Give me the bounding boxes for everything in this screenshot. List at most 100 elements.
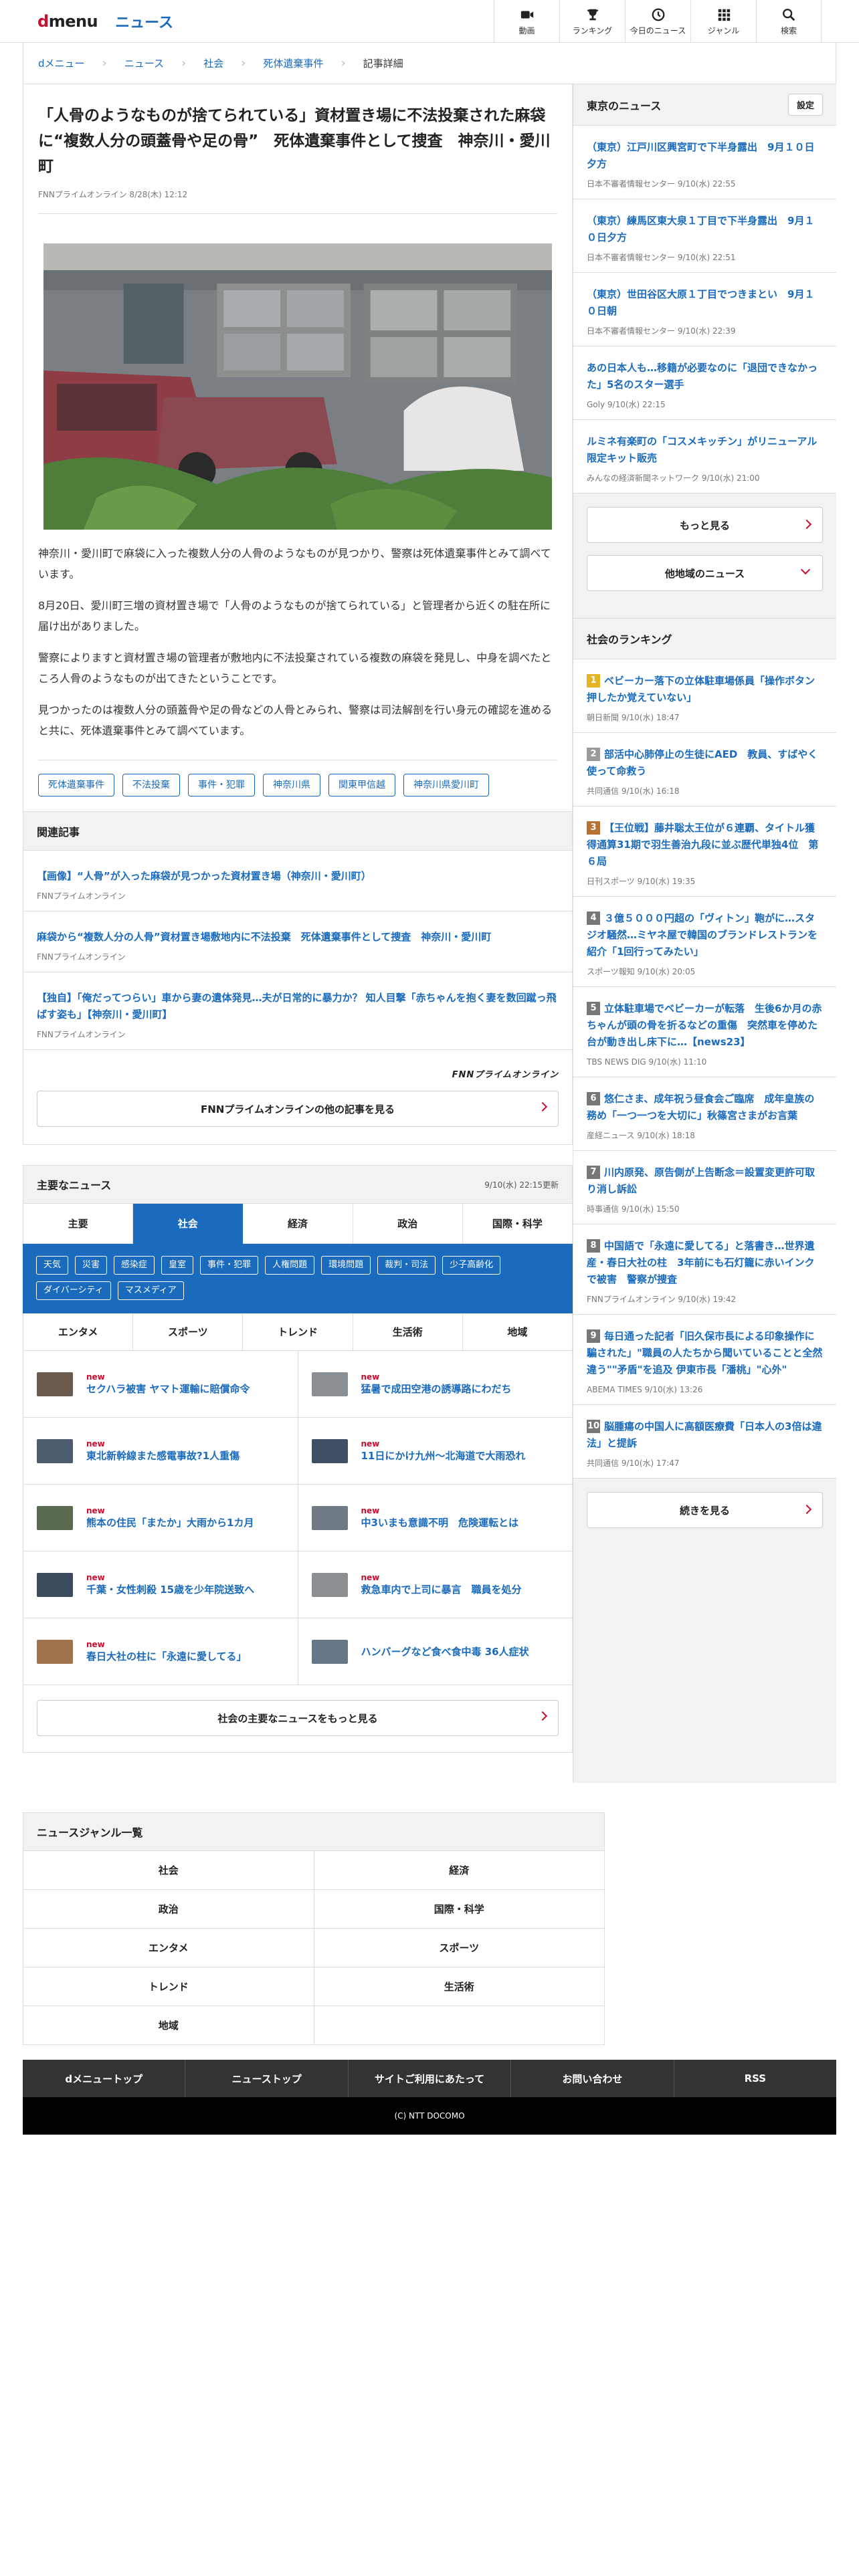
tab-trend[interactable]: トレンド	[243, 1313, 353, 1351]
related-title[interactable]: 【独自】「俺だってつらい」車から妻の遺体発見…夫が日常的に暴力か？ 知人目撃「赤…	[37, 990, 559, 1023]
related-title[interactable]: 麻袋から“複数人分の人骨”資材置き場敷地内に不法投棄 死体遺棄事件として捜査 神…	[37, 929, 559, 946]
subtag-link[interactable]: 人権問題	[265, 1256, 315, 1275]
ranking-item[interactable]: 6 悠仁さま、成年祝う昼食会ご臨席 成年皇族の務め「一つ一つを大切に」秋篠宮さまが…	[573, 1077, 836, 1151]
dmenu-logo[interactable]: dmenu	[37, 12, 98, 31]
subtag-link[interactable]: 裁判・司法	[377, 1256, 436, 1275]
tab-economy[interactable]: 経済	[243, 1204, 353, 1244]
tab-international[interactable]: 国際・科学	[462, 1204, 573, 1244]
genre-link[interactable]: 政治	[23, 1890, 314, 1929]
related-item[interactable]: 【画像】“人骨”が入った麻袋が見つかった資材置き場（神奈川・愛川町） FNNプラ…	[23, 851, 573, 911]
tokyo-news-title[interactable]: あの日本人も…移籍が必要なのに「退団できなかった」5名のスター選手	[587, 360, 823, 393]
genre-link[interactable]: 生活術	[314, 1967, 605, 2006]
subtag-link[interactable]: 環境問題	[321, 1256, 371, 1275]
footer-link-dmenu-top[interactable]: dメニュートップ	[23, 2060, 186, 2097]
news-item[interactable]: ハンバーグなど食べ食中毒 36人症状	[298, 1618, 573, 1685]
tab-society[interactable]: 社会	[133, 1204, 244, 1244]
news-item[interactable]: new 救急車内で上司に暴言 職員を処分	[298, 1551, 573, 1618]
tokyo-news-item[interactable]: （東京）練馬区東大泉１丁目で下半身露出 9月１０日夕方 日本不審者情報センター 9…	[573, 199, 836, 273]
genre-link[interactable]: 経済	[314, 1851, 605, 1890]
ranking-item[interactable]: 2 部活中心肺停止の生徒にAED 教員、すばやく使って命救う 共同通信 9/10(水…	[573, 733, 836, 807]
ranking-item[interactable]: 1 ベビーカー落下の立体駐車場係員「操作ボタン押したか覚えていない」 朝日新聞 9/…	[573, 659, 836, 733]
tab-main[interactable]: 主要	[23, 1204, 134, 1244]
ranking-item[interactable]: 3 【王位戦】藤井聡太王位が６連覇、タイトル獲得通算31期で羽生善治九段に並ぶ歴代…	[573, 807, 836, 897]
nav-genre[interactable]: ジャンル	[690, 0, 756, 43]
tag-link[interactable]: 事件・犯罪	[188, 774, 255, 796]
ranking-title-line[interactable]: 1 ベビーカー落下の立体駐車場係員「操作ボタン押したか覚えていない」	[587, 673, 823, 706]
tokyo-news-item[interactable]: あの日本人も…移籍が必要なのに「退団できなかった」5名のスター選手 Goly 9/…	[573, 346, 836, 420]
footer-link-terms[interactable]: サイトご利用にあたって	[349, 2060, 512, 2097]
tab-politics[interactable]: 政治	[353, 1204, 463, 1244]
ranking-item[interactable]: 10 脳腫瘍の中国人に高額医療費「日本人の3倍は違法」と提訴 共同通信 9/10(水…	[573, 1405, 836, 1479]
news-item[interactable]: new 春日大社の柱に「永遠に愛してる」	[23, 1618, 298, 1685]
tokyo-more-button[interactable]: もっと見る	[587, 507, 823, 543]
ranking-more-button[interactable]: 続きを見る	[587, 1492, 823, 1528]
site-title[interactable]: ニュース	[115, 11, 173, 32]
subtag-link[interactable]: マスメディア	[117, 1281, 184, 1300]
tab-region[interactable]: 地域	[462, 1313, 573, 1351]
ranking-title-line[interactable]: 5 立体駐車場でベビーカーが転落 生後6か月の赤ちゃんが頭の骨を折るなどの重傷 突…	[587, 1000, 823, 1051]
ranking-title-line[interactable]: 4 ３億５０００円超の「ヴィトン」鞄がに…スタジオ騒然…ミヤネ屋で韓国のブランドレ…	[587, 910, 823, 960]
ranking-item[interactable]: 8 中国語で「永遠に愛してる」と落書き…世界遺産・春日大社の柱 3年前にも石灯籠に…	[573, 1224, 836, 1315]
tokyo-news-item[interactable]: ルミネ有楽町の「コスメキッチン」がリニューアル 限定キット販売 みんなの経済新聞ネ…	[573, 420, 836, 494]
tokyo-news-title[interactable]: ルミネ有楽町の「コスメキッチン」がリニューアル 限定キット販売	[587, 433, 827, 467]
settings-button[interactable]: 設定	[787, 94, 823, 116]
nav-today[interactable]: 今日のニュース	[625, 0, 690, 43]
news-item[interactable]: new 東北新幹線また感電事故?1人重傷	[23, 1418, 298, 1485]
tab-entertainment[interactable]: エンタメ	[23, 1313, 134, 1351]
related-item[interactable]: 【独自】「俺だってつらい」車から妻の遺体発見…夫が日常的に暴力か？ 知人目撃「赤…	[23, 972, 573, 1050]
ranking-item[interactable]: 7 川内原発、原告側が上告断念＝設置変更許可取り消し訴訟 時事通信 9/10(水) …	[573, 1151, 836, 1224]
ranking-item[interactable]: 9 毎日通った記者「旧久保市長による印象操作に騙された」"職員の人たちから聞いてい…	[573, 1315, 836, 1405]
tab-lifestyle[interactable]: 生活術	[353, 1313, 463, 1351]
nav-search[interactable]: 検索	[756, 0, 822, 43]
society-more-button[interactable]: 社会の主要なニュースをもっと見る	[37, 1700, 559, 1736]
ranking-item[interactable]: 4 ３億５０００円超の「ヴィトン」鞄がに…スタジオ騒然…ミヤネ屋で韓国のブランドレ…	[573, 897, 836, 987]
footer-link-rss[interactable]: RSS	[674, 2060, 836, 2097]
breadcrumb-society[interactable]: 社会	[203, 56, 223, 70]
subtag-link[interactable]: 皇室	[161, 1256, 194, 1275]
ranking-title-line[interactable]: 10 脳腫瘍の中国人に高額医療費「日本人の3倍は違法」と提訴	[587, 1418, 823, 1452]
footer-link-news-top[interactable]: ニューストップ	[185, 2060, 349, 2097]
news-item[interactable]: new 猛暑で成田空港の誘導路にわだち	[298, 1351, 573, 1418]
tokyo-news-item[interactable]: （東京）世田谷区大原１丁目でつきまとい 9月１０日朝 日本不審者情報センター 9/…	[573, 273, 836, 346]
ranking-title-line[interactable]: 9 毎日通った記者「旧久保市長による印象操作に騙された」"職員の人たちから聞いてい…	[587, 1328, 823, 1378]
breadcrumb-case[interactable]: 死体遺棄事件	[263, 56, 323, 70]
footer-link-contact[interactable]: お問い合わせ	[511, 2060, 674, 2097]
related-item[interactable]: 麻袋から“複数人分の人骨”資材置き場敷地内に不法投棄 死体遺棄事件として捜査 神…	[23, 911, 573, 972]
other-region-button[interactable]: 他地域のニュース	[587, 555, 823, 591]
news-item[interactable]: new 熊本の住民「またか」大雨から1カ月	[23, 1485, 298, 1551]
tag-link[interactable]: 神奈川県	[263, 774, 320, 796]
genre-link[interactable]: トレンド	[23, 1967, 314, 2006]
article-photo[interactable]	[43, 243, 552, 530]
tokyo-news-title[interactable]: （東京）江戸川区興宮町で下半身露出 9月１０日夕方	[587, 139, 823, 173]
subtag-link[interactable]: 災害	[75, 1256, 108, 1275]
genre-link[interactable]: スポーツ	[314, 1929, 605, 1967]
subtag-link[interactable]: 天気	[36, 1256, 69, 1275]
genre-link[interactable]: エンタメ	[23, 1929, 314, 1967]
news-item[interactable]: new セクハラ被害 ヤマト運輸に賠償命令	[23, 1351, 298, 1418]
tag-link[interactable]: 不法投棄	[122, 774, 180, 796]
subtag-link[interactable]: 少子高齢化	[442, 1256, 501, 1275]
genre-link[interactable]: 社会	[23, 1851, 314, 1890]
related-title[interactable]: 【画像】“人骨”が入った麻袋が見つかった資材置き場（神奈川・愛川町）	[37, 868, 559, 885]
ranking-title-line[interactable]: 2 部活中心肺停止の生徒にAED 教員、すばやく使って命救う	[587, 746, 823, 780]
news-item[interactable]: new 11日にかけ九州〜北海道で大雨恐れ	[298, 1418, 573, 1485]
nav-ranking[interactable]: ランキング	[559, 0, 625, 43]
tag-link[interactable]: 関東甲信越	[328, 774, 395, 796]
breadcrumb-dmenu[interactable]: dメニュー	[38, 56, 85, 70]
subtag-link[interactable]: 事件・犯罪	[200, 1256, 259, 1275]
ranking-title-line[interactable]: 7 川内原発、原告側が上告断念＝設置変更許可取り消し訴訟	[587, 1164, 823, 1198]
ranking-item[interactable]: 5 立体駐車場でベビーカーが転落 生後6か月の赤ちゃんが頭の骨を折るなどの重傷 突…	[573, 987, 836, 1077]
genre-link[interactable]: 地域	[23, 2006, 314, 2045]
tag-link[interactable]: 神奈川県愛川町	[403, 774, 489, 796]
tag-link[interactable]: 死体遺棄事件	[38, 774, 114, 796]
fnn-more-button[interactable]: FNNプライムオンラインの他の記事を見る	[37, 1091, 559, 1127]
ranking-title-line[interactable]: 6 悠仁さま、成年祝う昼食会ご臨席 成年皇族の務め「一つ一つを大切に」秋篠宮さまが…	[587, 1091, 823, 1124]
news-item[interactable]: new 千葉・女性刺殺 15歳を少年院送致へ	[23, 1551, 298, 1618]
tokyo-news-item[interactable]: （東京）江戸川区興宮町で下半身露出 9月１０日夕方 日本不審者情報センター 9/1…	[573, 126, 836, 199]
tokyo-news-title[interactable]: （東京）世田谷区大原１丁目でつきまとい 9月１０日朝	[587, 286, 823, 320]
tokyo-news-title[interactable]: （東京）練馬区東大泉１丁目で下半身露出 9月１０日夕方	[587, 213, 823, 246]
news-item[interactable]: new 中3いまも意識不明 危険運転とは	[298, 1485, 573, 1551]
ranking-title-line[interactable]: 8 中国語で「永遠に愛してる」と落書き…世界遺産・春日大社の柱 3年前にも石灯籠に…	[587, 1238, 823, 1288]
genre-link[interactable]: 国際・科学	[314, 1890, 605, 1929]
subtag-link[interactable]: 感染症	[114, 1256, 155, 1275]
